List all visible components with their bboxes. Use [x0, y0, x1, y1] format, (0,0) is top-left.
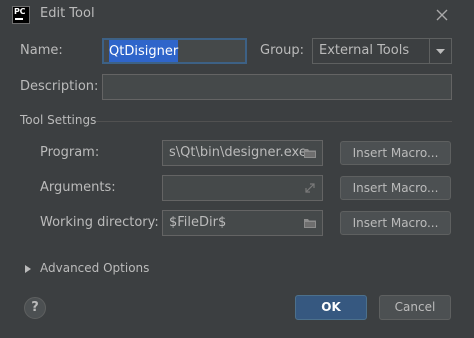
- window-title: Edit Tool: [40, 6, 95, 21]
- arguments-input[interactable]: [162, 175, 323, 201]
- working-directory-input[interactable]: $FileDir$: [162, 210, 323, 236]
- description-input[interactable]: [102, 74, 452, 100]
- cancel-button[interactable]: Cancel: [379, 295, 451, 320]
- arguments-insert-macro-button[interactable]: Insert Macro...: [340, 176, 451, 200]
- working-directory-insert-macro-button[interactable]: Insert Macro...: [340, 211, 451, 235]
- program-label: Program:: [40, 145, 100, 160]
- edit-tool-dialog: PC Edit Tool Name: QtDisigner Group: Ext…: [0, 0, 474, 338]
- close-icon: [436, 9, 448, 21]
- group-label: Group:: [260, 43, 304, 58]
- arguments-label: Arguments:: [40, 180, 116, 195]
- chevron-down-icon: [436, 49, 445, 54]
- help-button[interactable]: ?: [24, 297, 46, 319]
- pycharm-app-icon: PC: [12, 6, 30, 24]
- ok-button[interactable]: OK: [295, 295, 367, 320]
- program-input-value: s\Qt\bin\designer.exe: [169, 145, 307, 160]
- folder-icon[interactable]: [303, 146, 317, 160]
- expand-icon[interactable]: [303, 181, 317, 195]
- name-label: Name:: [20, 43, 63, 58]
- title-bar: PC Edit Tool: [0, 0, 474, 30]
- close-button[interactable]: [432, 5, 452, 25]
- program-input[interactable]: s\Qt\bin\designer.exe: [162, 140, 323, 166]
- description-label: Description:: [20, 79, 99, 94]
- tool-settings-separator: [96, 121, 452, 122]
- working-directory-input-value: $FileDir$: [169, 215, 227, 230]
- group-select-value: External Tools: [319, 43, 410, 58]
- app-icon-text: PC: [14, 7, 26, 16]
- folder-icon[interactable]: [303, 216, 317, 230]
- advanced-options-label: Advanced Options: [40, 261, 150, 275]
- group-dropdown-button[interactable]: [429, 39, 451, 63]
- name-input-value: QtDisigner: [109, 40, 179, 62]
- triangle-right-icon: [25, 265, 31, 273]
- name-input[interactable]: QtDisigner: [102, 38, 247, 64]
- tool-settings-heading: Tool Settings: [20, 113, 97, 127]
- group-select[interactable]: External Tools: [312, 38, 452, 64]
- working-directory-label: Working directory:: [40, 215, 159, 230]
- program-insert-macro-button[interactable]: Insert Macro...: [340, 141, 451, 165]
